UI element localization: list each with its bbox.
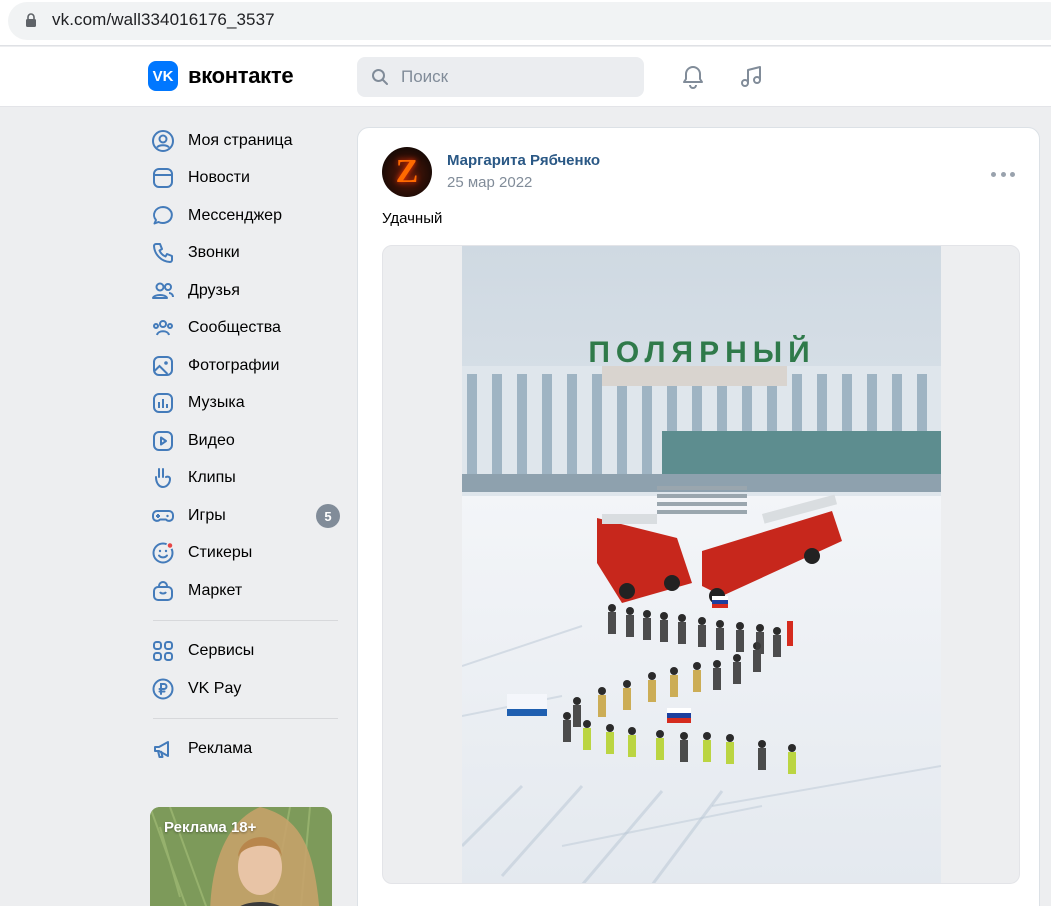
sidebar-item-stickers[interactable]: Стикеры <box>148 535 343 573</box>
post-date[interactable]: 25 мар 2022 <box>447 174 532 191</box>
sidebar-item-messenger[interactable]: Мессенджер <box>148 197 343 235</box>
sidebar-item-label: Новости <box>188 169 250 187</box>
sidebar-item-music[interactable]: Музыка <box>148 385 343 423</box>
lock-icon <box>26 13 36 27</box>
post-photo-container: ПОЛЯРНЫЙ <box>382 245 1020 884</box>
sidebar-item-friends[interactable]: Друзья <box>148 272 343 310</box>
browser-address-bar: vk.com/wall334016176_3537 <box>0 0 1051 46</box>
communities-icon <box>150 315 176 341</box>
post-menu-button[interactable] <box>991 164 1015 184</box>
sidebar-item-games[interactable]: Игры 5 <box>148 497 343 535</box>
dot-icon <box>1000 171 1006 177</box>
sidebar-item-label: Моя страница <box>188 131 293 149</box>
phone-icon <box>150 240 176 266</box>
sidebar-item-label: Игры <box>188 506 226 524</box>
clips-icon <box>150 465 176 491</box>
search-input[interactable] <box>401 57 631 97</box>
sidebar-item-photos[interactable]: Фотографии <box>148 347 343 385</box>
megaphone-icon <box>150 736 176 762</box>
video-icon <box>150 428 176 454</box>
sidebar-item-communities[interactable]: Сообщества <box>148 310 343 348</box>
ad-banner[interactable]: Реклама 18+ <box>150 807 332 906</box>
photo-sign-text: ПОЛЯРНЫЙ <box>588 335 815 369</box>
vk-logo-mark: VK <box>148 61 178 91</box>
sidebar-item-label: Видео <box>188 431 235 449</box>
sidebar-item-my-page[interactable]: Моя страница <box>148 122 343 160</box>
sidebar-item-services[interactable]: Сервисы <box>148 633 343 671</box>
sidebar-item-label: VK Pay <box>188 679 242 697</box>
search-box[interactable] <box>357 57 644 97</box>
sticker-icon <box>150 540 176 566</box>
games-count-badge: 5 <box>316 504 340 528</box>
post-photo[interactable]: ПОЛЯРНЫЙ <box>462 246 941 884</box>
wall-post: Z Маргарита Рябченко 25 мар 2022 Удачный <box>357 127 1040 906</box>
sidebar-item-video[interactable]: Видео <box>148 422 343 460</box>
post-text: Удачный <box>382 210 443 227</box>
sidebar-item-news[interactable]: Новости <box>148 160 343 198</box>
search-icon <box>372 69 388 85</box>
sidebar-divider <box>153 717 338 719</box>
sidebar-item-label: Стикеры <box>188 544 253 562</box>
music-icon <box>150 390 176 416</box>
sidebar-item-label: Музыка <box>188 394 245 412</box>
vk-logo-text: вконтакте <box>188 63 294 88</box>
user-circle-icon <box>150 128 176 154</box>
sidebar-item-label: Сообщества <box>188 319 281 337</box>
vkpay-icon <box>150 676 176 702</box>
post-author-link[interactable]: Маргарита Рябченко <box>447 152 600 169</box>
gamepad-icon <box>150 503 176 529</box>
message-icon <box>150 203 176 229</box>
sidebar-divider <box>153 619 338 621</box>
sidebar-item-clips[interactable]: Клипы <box>148 460 343 498</box>
friends-icon <box>150 278 176 304</box>
sidebar-item-label: Звонки <box>188 244 240 262</box>
sidebar-item-label: Друзья <box>188 281 240 299</box>
market-icon <box>150 578 176 604</box>
site-header: VK вконтакте <box>0 47 1051 107</box>
author-avatar[interactable]: Z <box>382 147 432 197</box>
dot-icon <box>991 171 996 177</box>
music-icon[interactable] <box>738 63 766 91</box>
avatar-letter: Z <box>395 153 419 190</box>
bell-icon[interactable] <box>679 63 707 91</box>
sidebar-item-label: Клипы <box>188 469 236 487</box>
sidebar-item-label: Маркет <box>188 581 243 599</box>
ad-banner-label: Реклама 18+ <box>164 819 257 836</box>
sidebar-item-ads[interactable]: Реклама <box>148 731 343 769</box>
sidebar-item-label: Мессенджер <box>188 206 282 224</box>
sidebar-item-vkpay[interactable]: VK Pay <box>148 670 343 708</box>
sidebar-item-label: Сервисы <box>188 642 255 660</box>
vk-logo[interactable]: VK вконтакте <box>148 61 294 91</box>
photo-icon <box>150 353 176 379</box>
url-text[interactable]: vk.com/wall334016176_3537 <box>52 10 275 30</box>
sidebar-item-label: Фотографии <box>188 356 280 374</box>
news-icon <box>150 165 176 191</box>
sidebar-item-market[interactable]: Маркет <box>148 572 343 610</box>
services-icon <box>150 638 176 664</box>
dot-icon <box>1010 171 1015 177</box>
sidebar-item-calls[interactable]: Звонки <box>148 235 343 273</box>
left-sidebar: Моя страница Новости Мессенджер Звонки Д… <box>148 122 343 768</box>
sidebar-item-label: Реклама <box>188 740 253 758</box>
